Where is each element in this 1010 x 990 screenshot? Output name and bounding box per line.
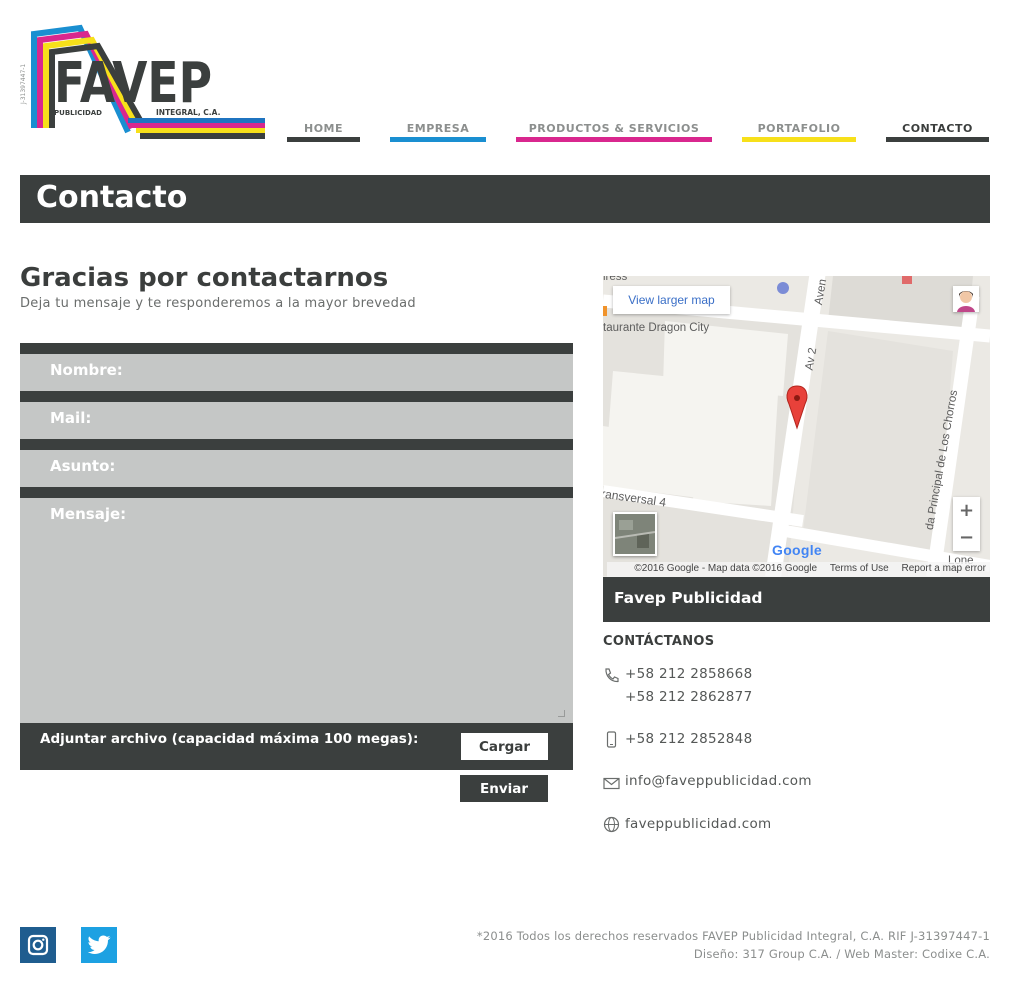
attach-label: Adjuntar archivo (capacidad máxima 100 m…: [40, 731, 419, 747]
nav-home-bar: [287, 137, 360, 142]
email-link[interactable]: info@faveppublicidad.com: [625, 773, 812, 789]
logo-sub-right: INTEGRAL, C.A.: [156, 108, 221, 117]
google-logo: Google: [772, 542, 822, 558]
message-field-row: Mensaje:: [20, 487, 573, 723]
form-heading: Gracias por contactarnos: [20, 263, 389, 293]
zoom-in-button[interactable]: +: [953, 497, 980, 524]
resize-grip-icon[interactable]: [558, 710, 565, 717]
credits-text: Diseño: 317 Group C.A. / Web Master: Cod…: [693, 947, 990, 961]
company-card-header: Favep Publicidad: [603, 577, 990, 622]
zoom-out-button[interactable]: −: [953, 524, 980, 551]
report-map-error-link[interactable]: Report a map error: [902, 563, 986, 574]
mail-icon: [603, 777, 620, 790]
submit-button[interactable]: Enviar: [460, 775, 548, 802]
view-larger-map-link[interactable]: View larger map: [613, 286, 730, 314]
nav-productos-servicios[interactable]: PRODUCTOS & SERVICIOS: [516, 120, 712, 142]
phone-1[interactable]: +58 212 2858668: [625, 666, 752, 682]
map-label-restaurant: taurante Dragon City: [603, 322, 710, 334]
nav-portafolio-bar: [742, 137, 856, 142]
satellite-toggle[interactable]: [613, 512, 657, 556]
twitter-link[interactable]: [81, 927, 117, 963]
map-user-avatar[interactable]: [953, 286, 979, 312]
contact-heading: CONTÁCTANOS: [603, 634, 715, 649]
map-zoom-controls: + −: [953, 497, 980, 551]
satellite-thumbnail-icon: [615, 514, 655, 554]
mobile-icon: [606, 731, 617, 748]
website-link[interactable]: faveppublicidad.com: [625, 816, 772, 832]
copyright-text: *2016 Todos los derechos reservados FAVE…: [476, 929, 990, 943]
name-field[interactable]: [20, 354, 573, 391]
nav-empresa[interactable]: EMPRESA: [390, 120, 486, 142]
nav-portafolio-label: PORTAFOLIO: [757, 122, 841, 135]
nav-empresa-bar: [390, 137, 486, 142]
nav-home[interactable]: HOME: [287, 120, 360, 142]
nav-contacto-bar: [886, 137, 989, 142]
map-attribution-text: ©2016 Google - Map data ©2016 Google: [634, 563, 818, 574]
map-attribution: ©2016 Google - Map data ©2016 Google Ter…: [607, 562, 990, 577]
attach-bar: Adjuntar archivo (capacidad máxima 100 m…: [20, 723, 573, 770]
logo-side-text: J-31397447-1: [20, 64, 27, 105]
name-field-row: Nombre:: [20, 343, 573, 391]
subject-field-row: Asunto:: [20, 439, 573, 487]
main-nav: HOME EMPRESA PRODUCTOS & SERVICIOS PORTA…: [0, 120, 1010, 142]
phone-2[interactable]: +58 212 2862877: [625, 689, 752, 705]
subject-field[interactable]: [20, 450, 573, 487]
nav-empresa-label: EMPRESA: [406, 122, 470, 135]
company-name: Favep Publicidad: [614, 589, 763, 607]
nav-contacto-label: CONTACTO: [902, 122, 973, 135]
page-title: Contacto: [36, 180, 188, 215]
nav-productos-label: PRODUCTOS & SERVICIOS: [528, 122, 700, 135]
terms-of-use-link[interactable]: Terms of Use: [830, 563, 889, 574]
instagram-link[interactable]: [20, 927, 56, 963]
form-subheading: Deja tu mensaje y te responderemos a la …: [20, 296, 416, 311]
message-field[interactable]: [20, 498, 573, 723]
nav-portafolio[interactable]: PORTAFOLIO: [742, 120, 856, 142]
google-map[interactable]: lress taurante Dragon City Av 2 Aven ran…: [603, 276, 990, 577]
phone-icon: [605, 668, 619, 683]
page-title-bar: Contacto: [20, 175, 990, 223]
instagram-icon: [27, 934, 49, 956]
mail-field-row: Mail:: [20, 391, 573, 439]
nav-contacto[interactable]: CONTACTO: [886, 120, 989, 142]
logo-wordmark: FAVEP: [54, 51, 212, 116]
avatar-icon: [957, 291, 975, 312]
mail-field[interactable]: [20, 402, 573, 439]
nav-home-label: HOME: [303, 122, 344, 135]
map-label-lress: lress: [603, 276, 628, 283]
logo-sub-left: PUBLICIDAD: [54, 109, 102, 117]
contact-form: Nombre: Mail: Asunto: Mensaje: Adjuntar …: [20, 343, 573, 802]
twitter-icon: [87, 935, 111, 955]
google-logo-text: Google: [772, 542, 823, 558]
upload-button[interactable]: Cargar: [461, 733, 548, 760]
nav-productos-bar: [516, 137, 712, 142]
globe-icon: [603, 816, 620, 833]
mobile-number[interactable]: +58 212 2852848: [625, 731, 752, 747]
